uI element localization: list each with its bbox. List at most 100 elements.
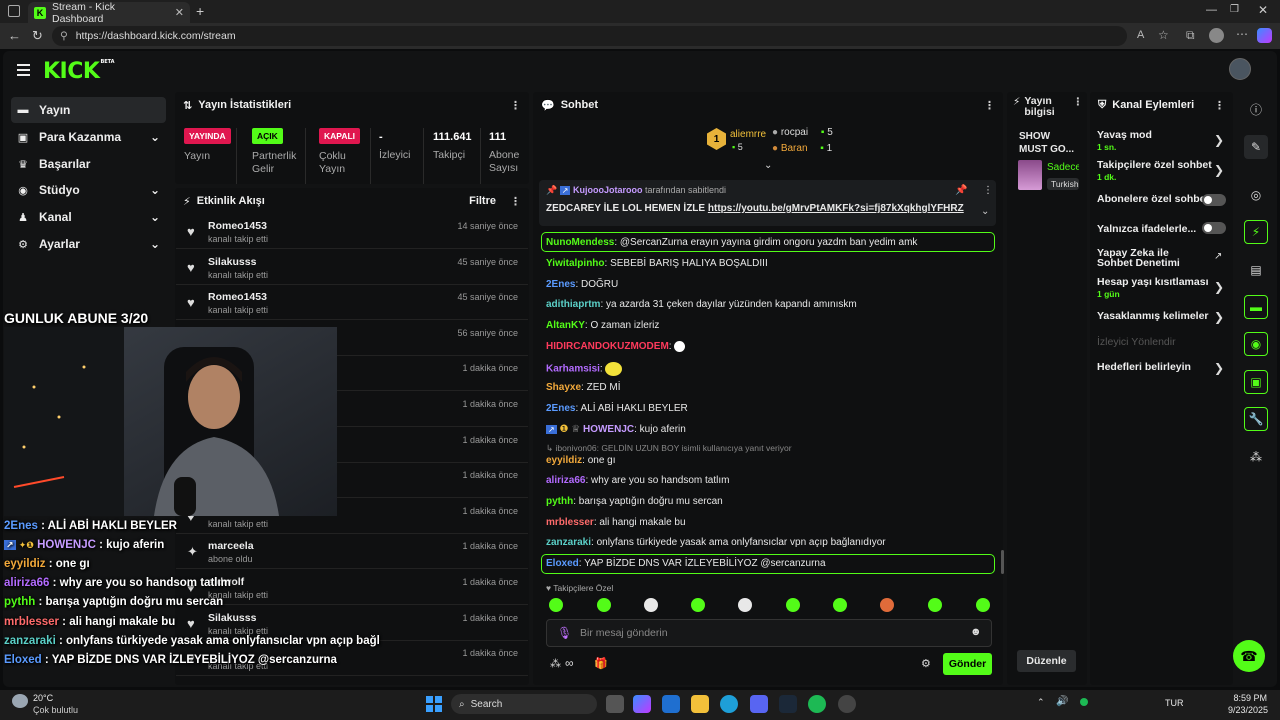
user-avatar[interactable]: [1229, 58, 1251, 80]
chat-username[interactable]: eyyildiz: [546, 455, 582, 466]
activity-user[interactable]: Silakusss: [208, 256, 256, 268]
chat-username[interactable]: mrblesser: [546, 517, 594, 528]
copilot-icon[interactable]: [1257, 28, 1272, 43]
emote-button[interactable]: [976, 598, 990, 612]
layout-icon[interactable]: ▣: [1244, 370, 1268, 394]
chevron-right-icon[interactable]: ❯: [1214, 163, 1224, 177]
clock-date[interactable]: 9/23/2025: [1220, 705, 1268, 715]
steam-icon[interactable]: [779, 695, 797, 713]
chat-username[interactable]: 2Enes: [546, 279, 575, 290]
more-menu-icon[interactable]: ⋮: [510, 195, 521, 208]
chevron-right-icon[interactable]: ❯: [1214, 361, 1224, 375]
emote-button[interactable]: [644, 598, 658, 612]
profile-avatar[interactable]: [1209, 28, 1224, 43]
read-aloud-icon[interactable]: A: [1137, 29, 1144, 41]
action-sub-only[interactable]: Abonelere özel sohbet: [1097, 193, 1209, 205]
activity-user[interactable]: Silakusss: [208, 612, 256, 624]
more-menu-icon[interactable]: ⋮: [984, 99, 995, 112]
spotify-icon[interactable]: [808, 695, 826, 713]
emote-only-toggle[interactable]: [1202, 222, 1226, 234]
copilot-taskbar-icon[interactable]: [633, 695, 651, 713]
action-banned-words[interactable]: Yasaklanmış kelimeler: [1097, 310, 1209, 322]
send-button[interactable]: Gönder: [943, 653, 992, 675]
activity-user[interactable]: Romeo1453: [208, 291, 267, 303]
chat-username[interactable]: HIDIRCANDOKUZMODEM: [546, 341, 669, 352]
chat-scrollbar[interactable]: [1001, 550, 1004, 574]
action-emote-only[interactable]: Yalnızca ifadelerle...: [1097, 223, 1196, 235]
chat-icon[interactable]: ▬: [1244, 295, 1268, 319]
activity-user[interactable]: marceela: [208, 540, 254, 552]
camera-icon[interactable]: ◎: [1244, 183, 1268, 207]
chat-username[interactable]: aliriza66: [546, 475, 585, 486]
edit-button[interactable]: Düzenle: [1017, 650, 1076, 672]
emote-button[interactable]: [833, 598, 847, 612]
top-gifter-name[interactable]: aliemrre: [730, 129, 766, 140]
sidebar-item-ayarlar[interactable]: ⚙ Ayarlar ⌄: [11, 231, 166, 257]
external-link-icon[interactable]: ↗: [1214, 251, 1222, 262]
action-slow-mode[interactable]: Yavaş mod 1 sn.: [1097, 129, 1152, 152]
top-gifter-2[interactable]: ● rocpai ▪ 5: [772, 127, 833, 138]
microphone-icon[interactable]: 🎙: [557, 626, 572, 640]
taskbar-search[interactable]: ⌕ Search: [451, 694, 597, 714]
menu-dots-icon[interactable]: ⋯: [1236, 27, 1248, 41]
action-account-age[interactable]: Hesap yaşı kısıtlaması 1 gün: [1097, 276, 1209, 299]
chat-username[interactable]: adithiaprtm: [546, 299, 600, 310]
top-gifter-3[interactable]: ● Baran ▪ 1: [772, 143, 832, 154]
document-icon[interactable]: ▤: [1244, 258, 1268, 282]
chat-username[interactable]: Karhamsisi: [546, 364, 600, 375]
reload-icon[interactable]: ↻: [32, 28, 43, 44]
more-menu-icon[interactable]: ⋮: [510, 99, 521, 112]
windows-start-icon[interactable]: [426, 696, 442, 712]
collections-icon[interactable]: ⧉: [1186, 28, 1195, 43]
kick-points-icon[interactable]: ⁂: [550, 657, 561, 670]
unpin-icon[interactable]: 📌: [955, 185, 967, 196]
chevron-right-icon[interactable]: ❯: [1214, 133, 1224, 147]
sidebar-item-para-kazanma[interactable]: ▣ Para Kazanma ⌄: [11, 124, 166, 150]
wrench-icon[interactable]: 🔧: [1244, 407, 1268, 431]
close-tab-icon[interactable]: ✕: [175, 6, 184, 19]
info-icon[interactable]: ⓘ: [1244, 97, 1268, 121]
edit-pencil-icon[interactable]: ✎: [1244, 135, 1268, 159]
discord-icon[interactable]: [750, 695, 768, 713]
broadcast-icon[interactable]: ◉: [1244, 332, 1268, 356]
expand-icon[interactable]: ⌄: [981, 206, 989, 217]
clock-time[interactable]: 8:59 PM: [1225, 693, 1267, 703]
language-indicator[interactable]: TUR: [1165, 698, 1184, 708]
emote-button[interactable]: [738, 598, 752, 612]
new-tab-icon[interactable]: +: [196, 3, 204, 19]
emote-button[interactable]: [597, 598, 611, 612]
chat-username[interactable]: zanzaraki: [546, 537, 591, 548]
activity-user[interactable]: Romeo1453: [208, 220, 267, 232]
weather-icon[interactable]: [12, 694, 28, 708]
action-follower-only[interactable]: Takipçilere özel sohbet 1 dk.: [1097, 159, 1212, 182]
emote-button[interactable]: [786, 598, 800, 612]
emote-button[interactable]: [549, 598, 563, 612]
chat-username[interactable]: Shayxe: [546, 382, 581, 393]
chat-username[interactable]: pythh: [546, 496, 573, 507]
url-field[interactable]: ⚲ https://dashboard.kick.com/stream: [52, 26, 1127, 46]
emote-button[interactable]: [691, 598, 705, 612]
minimize-icon[interactable]: —: [1206, 4, 1217, 16]
chat-username[interactable]: NunoMendess: [546, 237, 614, 248]
category-thumbnail[interactable]: [1018, 160, 1042, 190]
collapse-icon[interactable]: ⌄: [764, 160, 772, 171]
support-headset-icon[interactable]: ☎: [1233, 640, 1265, 672]
task-view-icon[interactable]: [606, 695, 624, 713]
kick-logo[interactable]: KICKBETA: [43, 59, 115, 84]
favorite-star-icon[interactable]: ☆: [1158, 28, 1169, 42]
hamburger-menu-icon[interactable]: [17, 64, 30, 76]
pinned-menu-icon[interactable]: ⋮: [983, 185, 993, 196]
emote-button[interactable]: [880, 598, 894, 612]
more-menu-icon[interactable]: ⋮: [1214, 99, 1225, 112]
chat-username[interactable]: 2Enes: [546, 403, 575, 414]
store-icon[interactable]: [662, 695, 680, 713]
sidebar-item-yayin[interactable]: ▬ Yayın: [11, 97, 166, 123]
tray-app-icon[interactable]: [1080, 698, 1088, 706]
chat-username[interactable]: Eloxed: [546, 558, 579, 569]
more-menu-icon[interactable]: ⋮: [1073, 96, 1084, 118]
chat-username[interactable]: HOWENJC: [583, 424, 634, 435]
emoji-picker-icon[interactable]: ☻: [970, 626, 982, 638]
chat-username[interactable]: AltanKY: [546, 320, 585, 331]
apps-icon[interactable]: ⁂: [1244, 445, 1268, 469]
category-name[interactable]: Sadece: [1047, 162, 1079, 173]
